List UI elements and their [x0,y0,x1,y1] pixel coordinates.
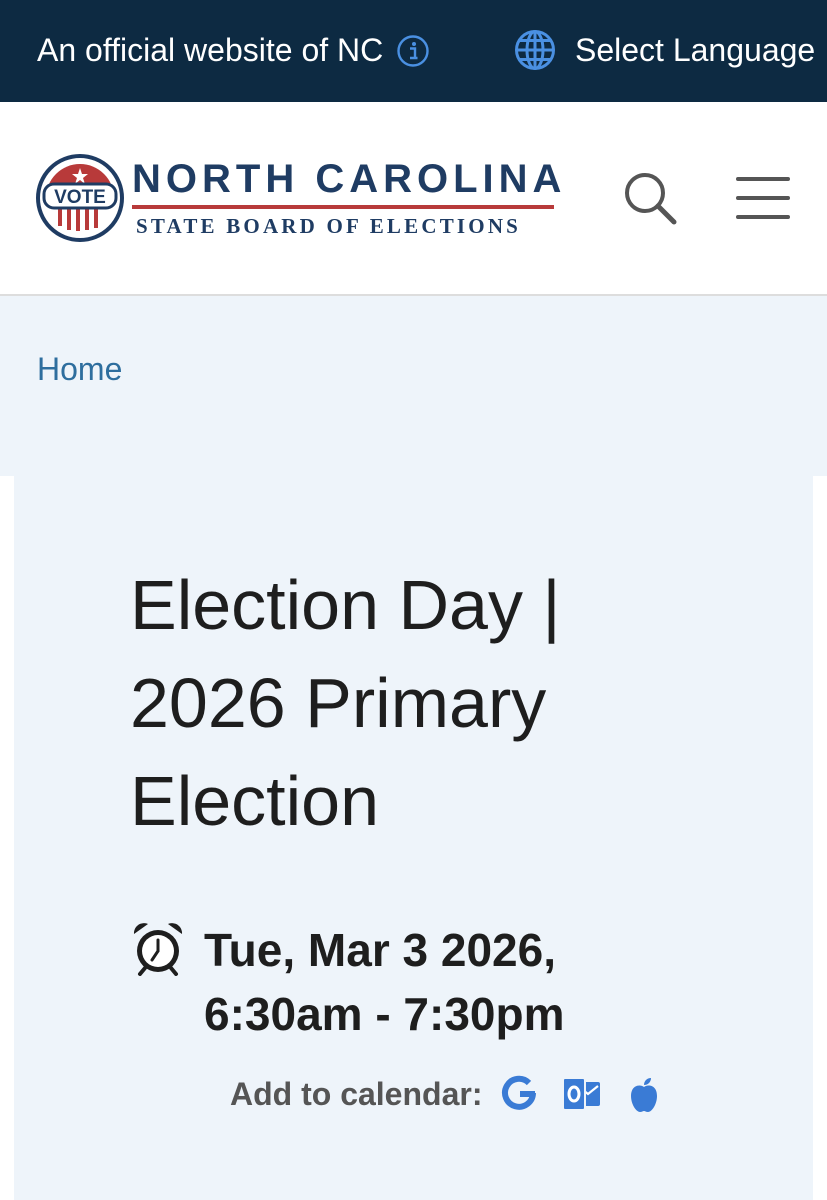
event-datetime: Tue, Mar 3 2026, 6:30am - 7:30pm [130,918,624,1046]
official-website-label: An official website of NC [37,32,384,68]
globe-icon [515,30,555,70]
info-circle-icon[interactable] [397,34,429,67]
outlook-icon[interactable] [562,1074,602,1114]
alarm-clock-icon [133,923,183,976]
main-content: Election Day | 2026 Primary Election Tue… [0,476,827,1200]
vote-seal-icon: VOTE [36,154,124,242]
logo-subtitle: STATE BOARD OF ELECTIONS [136,214,522,238]
event-time: 6:30am - 7:30pm [204,988,565,1040]
google-icon[interactable] [500,1074,540,1114]
logo-title: NORTH CAROLINA [132,157,567,201]
hamburger-menu-icon [736,177,790,219]
select-language-label: Select Language [575,32,816,68]
nc-state-board-of-elections-logo[interactable]: VOTE NORTH CAROLINA STATE BOARD OF ELECT… [36,154,561,246]
search-button[interactable] [622,170,678,226]
logo-rule-divider [132,205,554,209]
site-header: VOTE NORTH CAROLINA STATE BOARD OF ELECT… [0,102,827,296]
breadcrumb-home-link[interactable]: Home [37,348,122,390]
event-card: Election Day | 2026 Primary Election Tue… [14,476,813,1200]
event-datetime-text: Tue, Mar 3 2026, 6:30am - 7:30pm [204,918,624,1046]
select-language-button[interactable]: Select Language [514,28,815,72]
breadcrumb: Home [0,296,827,476]
add-to-calendar: Add to calendar: [230,1072,686,1116]
event-title: Election Day | 2026 Primary Election [130,566,561,840]
apple-icon[interactable] [624,1074,664,1114]
main-menu-button[interactable] [734,174,792,222]
official-banner-text: An official website of NC [37,28,429,72]
add-to-calendar-label: Add to calendar: [230,1076,483,1112]
event-date: Tue, Mar 3 2026, [204,924,556,976]
vote-seal-text: VOTE [54,187,106,208]
official-site-banner: An official website of NC Select Languag… [0,0,827,102]
search-icon [625,173,677,225]
